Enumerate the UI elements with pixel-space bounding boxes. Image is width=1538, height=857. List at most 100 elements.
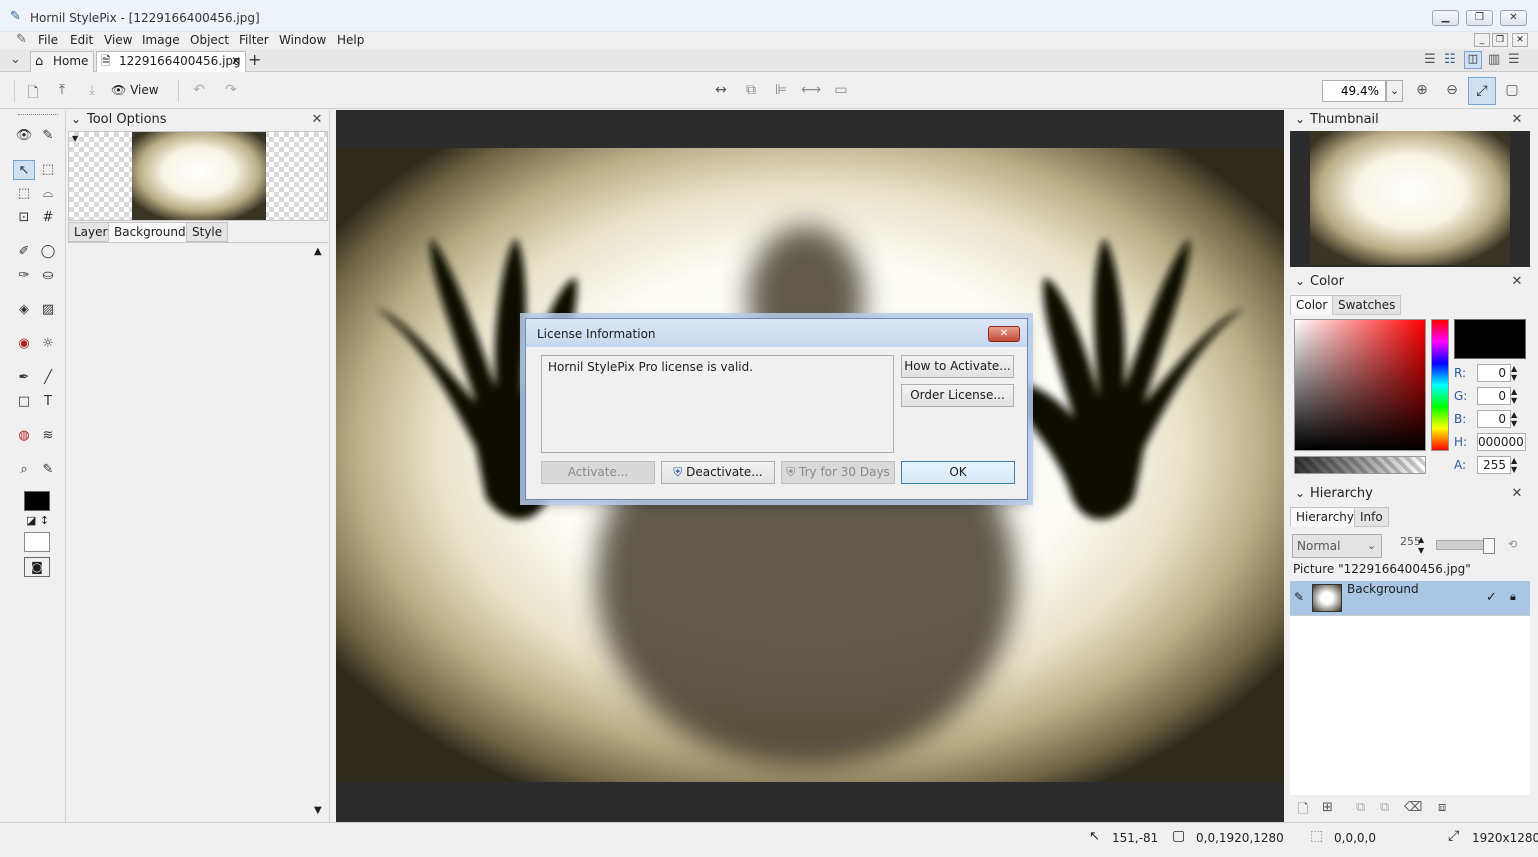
a-spinner[interactable]: ▲ ▼ [1511,456,1517,474]
bucket-tool-icon[interactable]: ⛀ [37,266,59,286]
redo-icon[interactable]: ↷ [220,82,242,98]
alpha-slider[interactable] [1294,456,1426,474]
new-document-icon[interactable]: 🗋 [22,82,44,106]
brush-tool-icon[interactable]: ✐ [13,242,35,262]
pen-tool-icon[interactable]: ✒ [13,368,35,388]
fit-width-icon[interactable]: ↔ [710,82,732,98]
menu-window[interactable]: Window [279,32,326,48]
move-tool-icon[interactable]: ↖ [13,160,35,180]
opacity-slider-handle[interactable] [1483,538,1495,554]
r-spinner[interactable]: ▲ ▼ [1511,364,1517,382]
layer-properties-icon[interactable]: ⧈ [1438,800,1446,815]
close-window-button[interactable]: ✕ [1500,10,1527,26]
current-color-swatch[interactable] [1454,319,1526,359]
rectangle-tool-icon[interactable]: □ [13,392,35,412]
menu-file[interactable]: File [38,32,58,48]
opacity-spinner[interactable]: ▲ ▼ [1418,534,1424,556]
smudge-tool-icon[interactable]: ≋ [37,426,59,446]
collapse-chevron-icon[interactable]: ⌄ [71,112,81,126]
mdi-minimize-button[interactable]: _ [1474,33,1490,47]
lasso-tool-icon[interactable]: ⌓ [37,184,59,204]
tab-hierarchy[interactable]: Hierarchy [1290,507,1361,527]
app-menu-icon[interactable]: ✎ [16,32,27,47]
mdi-restore-button[interactable]: ❐ [1492,33,1508,47]
layer-group-icon[interactable]: ⊞ [1322,800,1333,815]
arrange-icon[interactable]: ⧉ [740,82,762,98]
fill-tool-icon[interactable]: ◈ [13,300,35,320]
tab-style[interactable]: Style [186,222,229,242]
new-tab-plus-icon[interactable]: + [248,50,261,69]
menu-help[interactable]: Help [337,32,364,48]
order-license-button[interactable]: Order License... [901,384,1014,407]
distribute-icon[interactable]: ⟷ [800,82,822,98]
panel-histogram-icon[interactable]: ▥ [1488,52,1500,67]
clip-tool-icon[interactable]: ✎ [37,126,59,146]
g-field[interactable]: 0 [1477,387,1511,405]
menu-object[interactable]: Object [190,32,229,48]
eyedropper-tool-icon[interactable]: ✎ [37,460,59,480]
blend-mode-select[interactable]: Normal ⌄ [1292,534,1382,558]
g-spinner[interactable]: ▲ ▼ [1511,387,1517,405]
grid-tool-icon[interactable]: # [37,208,59,228]
panel-tree-icon[interactable]: ☷ [1444,52,1456,67]
heal-tool-icon[interactable]: ◍ [13,426,35,446]
activate-button[interactable]: Activate... [541,461,655,484]
align-left-icon[interactable]: ⊫ [770,82,792,98]
transform-tool-icon[interactable]: ⬚ [37,160,59,180]
tab-swatches[interactable]: Swatches [1332,295,1402,315]
fit-screen-button[interactable]: ⤢ [1468,77,1496,105]
close-panel-icon[interactable]: ✕ [1510,274,1524,289]
clone-tool-icon[interactable]: ✑ [13,266,35,286]
view-tool-icon[interactable]: 👁 [13,126,35,146]
lock-icon[interactable]: 🔒︎ [1510,590,1516,604]
zoom-out-icon[interactable]: ⊖ [1441,82,1463,98]
foreground-color-swatch[interactable] [24,491,50,511]
actual-size-icon[interactable]: ▢ [1501,82,1523,98]
import-icon[interactable]: ⤓ [81,82,103,98]
minimize-button[interactable]: ▁ [1432,10,1459,26]
tab-list-chevron-icon[interactable]: ⌄ [10,52,21,67]
swap-colors-icon[interactable]: ◪ ↕ [26,514,49,527]
collapse-chevron-icon[interactable]: ⌄ [1295,274,1305,288]
b-spinner[interactable]: ▲ ▼ [1511,410,1517,428]
check-icon[interactable]: ✓ [1486,590,1497,605]
shape-brush-tool-icon[interactable]: ◯ [37,242,59,262]
close-panel-icon[interactable]: ✕ [1510,486,1524,501]
brightness-tool-icon[interactable]: ☼ [37,334,59,354]
tab-color[interactable]: Color [1290,295,1334,315]
screen-icon[interactable]: ▭ [830,82,852,98]
deactivate-button[interactable]: ⛨ Deactivate... [661,461,775,484]
tab-home[interactable]: ⌂ Home [30,51,94,72]
try-30-days-button[interactable]: ⛨ Try for 30 Days [781,461,895,484]
hue-slider[interactable] [1431,319,1449,451]
menu-filter[interactable]: Filter [239,32,269,48]
collapse-chevron-icon[interactable]: ⌄ [1295,112,1305,126]
gradient-tool-icon[interactable]: ▨ [37,300,59,320]
mdi-close-button[interactable]: ✕ [1512,33,1528,47]
zoom-input[interactable] [1322,80,1386,102]
b-field[interactable]: 0 [1477,410,1511,428]
menu-view[interactable]: View [104,32,132,48]
dialog-close-button[interactable]: ✕ [988,326,1020,342]
ok-button[interactable]: OK [901,461,1015,484]
panel-thumbnail-icon[interactable]: ◫ [1464,51,1482,69]
thumbnail-view[interactable] [1290,131,1530,267]
zoom-tool-icon[interactable]: ⌕ [13,460,35,480]
panel-settings-icon[interactable]: ☰ [1424,52,1436,67]
export-icon[interactable]: ⤒ [51,82,73,98]
collapse-chevron-icon[interactable]: ⌄ [1295,486,1305,500]
panel-list-icon[interactable]: ☰ [1508,52,1520,67]
text-tool-icon[interactable]: T [37,392,59,412]
menu-image[interactable]: Image [142,32,180,48]
edit-layer-icon[interactable]: ✎ [1294,590,1304,604]
rect-select-tool-icon[interactable]: ⬚ [13,184,35,204]
quick-mask-icon[interactable]: ◙ [24,557,50,577]
saturation-value-picker[interactable] [1294,319,1426,451]
reset-icon[interactable]: ⟲ [1508,538,1517,551]
duplicate-layer-icon[interactable]: ⧉ [1356,800,1365,815]
layer-row-background[interactable]: ✎ Background ✓ 🔒︎ [1290,581,1530,615]
crop-tool-icon[interactable]: ⊡ [13,208,35,228]
menu-edit[interactable]: Edit [70,32,93,48]
zoom-dropdown-chevron-icon[interactable]: ⌄ [1386,80,1403,102]
red-eye-tool-icon[interactable]: ◉ [13,334,35,354]
